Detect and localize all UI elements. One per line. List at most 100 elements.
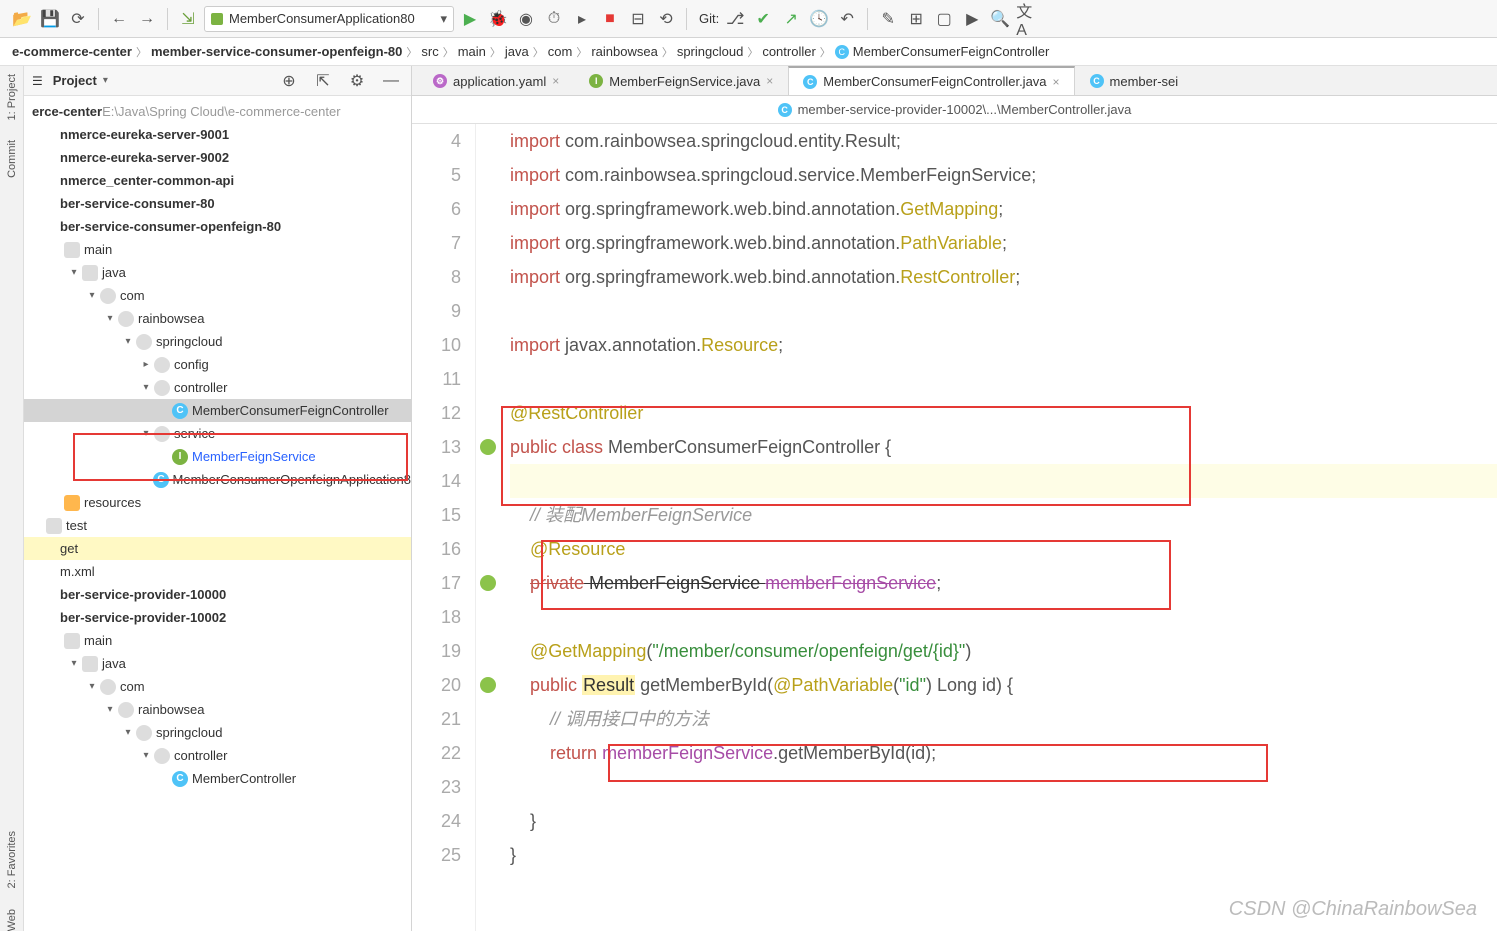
tree-item[interactable]: ▾com — [24, 675, 411, 698]
tree-item[interactable]: main — [24, 629, 411, 652]
forward-icon[interactable]: → — [135, 7, 159, 31]
sub-tab-label[interactable]: member-service-provider-10002\...\Member… — [798, 102, 1132, 117]
sync-icon[interactable]: ⟳ — [66, 7, 90, 31]
tree-root[interactable]: erce-center E:\Java\Spring Cloud\e-comme… — [24, 100, 411, 123]
translate-icon[interactable]: 文A — [1016, 7, 1040, 31]
tree-item[interactable]: CMemberConsumerOpenfeignApplication8 — [24, 468, 411, 491]
favorites-toolwindow-tab[interactable]: 2: Favorites — [6, 831, 18, 888]
tree-item[interactable]: CMemberConsumerFeignController — [24, 399, 411, 422]
tree-item[interactable]: main — [24, 238, 411, 261]
coverage-icon[interactable]: ◉ — [514, 7, 538, 31]
save-icon[interactable]: 💾 — [38, 7, 62, 31]
vcs-revert-icon[interactable]: ↶ — [835, 7, 859, 31]
tool5-icon[interactable]: ⊞ — [904, 7, 928, 31]
editor-tab[interactable]: CMemberConsumerFeignController.java× — [788, 66, 1074, 95]
build-icon[interactable]: ⇲ — [176, 7, 200, 31]
project-toolwindow-tab[interactable]: 1: Project — [6, 74, 18, 120]
code-content[interactable]: import com.rainbowsea.springcloud.entity… — [500, 124, 1497, 931]
tool3-icon[interactable]: ⟲ — [654, 7, 678, 31]
tree-item[interactable]: resources — [24, 491, 411, 514]
tree-item[interactable]: nmerce-eureka-server-9001 — [24, 123, 411, 146]
tree-item[interactable]: CMemberController — [24, 767, 411, 790]
java-class-icon: C — [778, 103, 792, 117]
vcs-push-icon[interactable]: ↗ — [779, 7, 803, 31]
editor-tabs: ⚙application.yaml×IMemberFeignService.ja… — [412, 66, 1497, 96]
breadcrumb-item[interactable]: java — [505, 44, 529, 59]
tree-item[interactable]: nmerce-eureka-server-9002 — [24, 146, 411, 169]
debug-icon[interactable]: 🐞 — [486, 7, 510, 31]
tool1-icon[interactable]: ▸ — [570, 7, 594, 31]
tree-item[interactable]: test — [24, 514, 411, 537]
project-panel-header: ☰ Project ▾ ⊕ ⇱ ⚙ — — [24, 66, 411, 96]
tree-item[interactable]: ▾rainbowsea — [24, 698, 411, 721]
tool7-icon[interactable]: ▶ — [960, 7, 984, 31]
breadcrumb-item[interactable]: src — [421, 44, 438, 59]
breadcrumb-item[interactable]: rainbowsea — [591, 44, 658, 59]
tree-item[interactable]: nmerce_center-common-api — [24, 169, 411, 192]
tree-item[interactable]: ▾springcloud — [24, 721, 411, 744]
breadcrumb-item[interactable]: e-commerce-center — [12, 44, 132, 59]
profile-icon[interactable]: ⏱ — [542, 7, 566, 31]
breadcrumb-item[interactable]: controller — [762, 44, 815, 59]
select-opened-icon[interactable]: ⊕ — [277, 69, 301, 93]
editor-sub-tab-row: C member-service-provider-10002\...\Memb… — [412, 96, 1497, 124]
gear-icon[interactable]: ⚙ — [345, 69, 369, 93]
left-toolwindow-stripe: 1: Project Commit 2: Favorites Web — [0, 66, 24, 931]
project-icon: ☰ — [32, 74, 43, 88]
expand-icon[interactable]: ⇱ — [311, 69, 335, 93]
web-toolwindow-tab[interactable]: Web — [6, 909, 18, 931]
breadcrumb-item[interactable]: springcloud — [677, 44, 744, 59]
close-icon[interactable]: × — [552, 74, 559, 88]
hide-icon[interactable]: — — [379, 69, 403, 93]
tree-item[interactable]: ▸config — [24, 353, 411, 376]
breadcrumb-item[interactable]: CMemberConsumerFeignController — [835, 44, 1050, 59]
gutter-marks — [476, 124, 500, 931]
vcs-commit-icon[interactable]: ✔ — [751, 7, 775, 31]
tree-item[interactable]: ▾springcloud — [24, 330, 411, 353]
tree-item[interactable]: ber-service-provider-10000 — [24, 583, 411, 606]
project-panel: ☰ Project ▾ ⊕ ⇱ ⚙ — erce-center E:\Java\… — [24, 66, 412, 931]
close-icon[interactable]: × — [1053, 75, 1060, 89]
open-icon[interactable]: 📂 — [10, 7, 34, 31]
run-config-label: MemberConsumerApplication80 — [229, 11, 415, 26]
search-icon[interactable]: 🔍 — [988, 7, 1012, 31]
tool6-icon[interactable]: ▢ — [932, 7, 956, 31]
tree-item[interactable]: ber-service-provider-10002 — [24, 606, 411, 629]
spring-gutter-icon[interactable] — [480, 677, 496, 693]
tree-item[interactable]: IMemberFeignService — [24, 445, 411, 468]
tree-item[interactable]: ▾rainbowsea — [24, 307, 411, 330]
vcs-branch-icon[interactable]: ⎇ — [723, 7, 747, 31]
tree-item[interactable]: ▾controller — [24, 744, 411, 767]
close-icon[interactable]: × — [766, 74, 773, 88]
tree-item[interactable]: ▾com — [24, 284, 411, 307]
breadcrumb-item[interactable]: member-service-consumer-openfeign-80 — [151, 44, 402, 59]
breadcrumb-item[interactable]: com — [548, 44, 573, 59]
editor-tab[interactable]: Cmember-sei — [1075, 66, 1194, 95]
run-config-selector[interactable]: MemberConsumerApplication80 — [204, 6, 454, 32]
chevron-down-icon[interactable]: ▾ — [103, 75, 108, 86]
tree-item[interactable]: ▾controller — [24, 376, 411, 399]
editor-tab[interactable]: ⚙application.yaml× — [418, 66, 574, 95]
tree-item[interactable]: ▾service — [24, 422, 411, 445]
tree-item[interactable]: ber-service-consumer-80 — [24, 192, 411, 215]
stop-icon[interactable]: ■ — [598, 7, 622, 31]
tree-item[interactable]: ber-service-consumer-openfeign-80 — [24, 215, 411, 238]
tool4-icon[interactable]: ✎ — [876, 7, 900, 31]
git-label: Git: — [699, 11, 719, 26]
watermark: CSDN @ChinaRainbowSea — [1229, 898, 1477, 921]
spring-gutter-icon[interactable] — [480, 439, 496, 455]
breadcrumb-item[interactable]: main — [458, 44, 486, 59]
tree-item[interactable]: get — [24, 537, 411, 560]
tree-item[interactable]: m.xml — [24, 560, 411, 583]
project-tree[interactable]: erce-center E:\Java\Spring Cloud\e-comme… — [24, 96, 411, 931]
tree-item[interactable]: ▾java — [24, 652, 411, 675]
back-icon[interactable]: ← — [107, 7, 131, 31]
spring-gutter-icon[interactable] — [480, 575, 496, 591]
run-icon[interactable]: ▶ — [458, 7, 482, 31]
tree-item[interactable]: ▾java — [24, 261, 411, 284]
vcs-history-icon[interactable]: 🕓 — [807, 7, 831, 31]
code-editor[interactable]: 45678910111213141516171819202122232425 i… — [412, 124, 1497, 931]
editor-tab[interactable]: IMemberFeignService.java× — [574, 66, 788, 95]
commit-toolwindow-tab[interactable]: Commit — [6, 140, 18, 178]
tool2-icon[interactable]: ⊟ — [626, 7, 650, 31]
